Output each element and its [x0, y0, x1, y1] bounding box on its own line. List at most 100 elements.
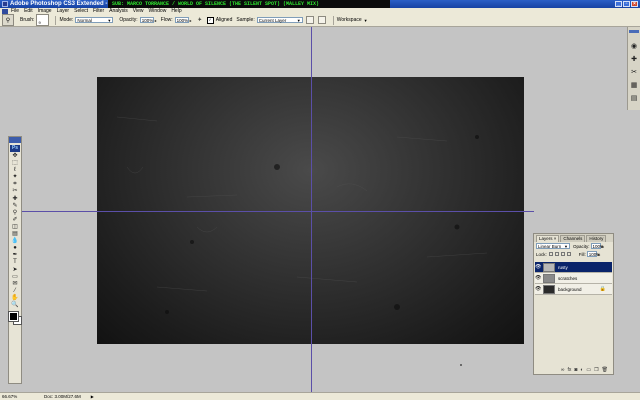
opacity-label: Opacity:: [119, 17, 138, 23]
slice-tool-icon[interactable]: ✂: [11, 188, 19, 194]
trash-icon[interactable]: 🗑: [602, 367, 608, 373]
lasso-tool-icon[interactable]: ℓ: [11, 167, 19, 173]
mode-label: Mode:: [59, 17, 74, 23]
blur-tool-icon[interactable]: 💧: [11, 238, 19, 244]
flow-slider-arrow[interactable]: ▸: [190, 18, 192, 23]
aligned-checkbox[interactable]: ✓: [206, 16, 214, 24]
path-selection-tool-icon[interactable]: ➤: [11, 267, 19, 273]
gradient-tool-icon[interactable]: ▤: [11, 231, 19, 237]
layers-panel: Layers × Channels History Linear Burn ▼ …: [533, 233, 614, 375]
blend-row: Linear Burn ▼ Opacity: 100% ▸: [534, 242, 613, 250]
restore-button[interactable]: ▫: [623, 1, 630, 7]
tool-preset-picker[interactable]: ⚲: [2, 14, 14, 26]
airbrush-icon[interactable]: ✈: [196, 16, 204, 24]
info-icon[interactable]: ✚: [630, 54, 639, 63]
eraser-tool-icon[interactable]: ◫: [11, 224, 19, 230]
fill-slider-arrow[interactable]: ▸: [598, 252, 600, 257]
flow-label: Flow:: [160, 17, 173, 23]
ignore-adjustment-layers-icon[interactable]: [305, 16, 314, 24]
layer-thumbnail: [543, 262, 555, 272]
flow-field[interactable]: 100%: [174, 17, 189, 23]
lock-all-icon[interactable]: [566, 252, 571, 256]
zoom-level[interactable]: 66.67%: [2, 393, 22, 400]
layer-name: rusty: [558, 264, 568, 270]
crop-tool-icon[interactable]: ⌗: [11, 181, 19, 187]
mask-icon[interactable]: ◙: [574, 367, 577, 373]
brushes-icon[interactable]: ▦: [630, 80, 639, 89]
lock-image-icon[interactable]: [554, 252, 559, 256]
actions-icon[interactable]: ▤: [630, 93, 639, 102]
lock-position-icon[interactable]: [560, 252, 565, 256]
pen-tool-icon[interactable]: ✒: [11, 252, 19, 258]
visibility-eye-icon[interactable]: 👁: [535, 286, 541, 292]
color-swatches: [8, 310, 22, 325]
now-playing-ticker: SUB: MARCO TORRANCE / WORLD OF SILENCE (…: [108, 0, 390, 8]
title-bar: Adobe Photoshop CS3 Extended - [u... SUB…: [0, 0, 640, 8]
mode-select[interactable]: Normal ▼: [75, 17, 114, 23]
opacity-slider-arrow[interactable]: ▸: [155, 18, 157, 23]
fx-icon[interactable]: fx: [567, 367, 571, 373]
zoom-tool-icon[interactable]: 🔍: [11, 302, 19, 308]
mode-value: Normal: [77, 17, 92, 23]
ps-badge[interactable]: Ps: [10, 145, 20, 152]
minimize-button[interactable]: _: [615, 1, 622, 7]
brush-tool-icon[interactable]: ✎: [11, 203, 19, 209]
sample-value: Current Layer: [258, 17, 287, 23]
layer-row-background[interactable]: 👁 background 🔒: [535, 284, 612, 295]
toolbox-header[interactable]: [9, 137, 21, 143]
dodge-tool-icon[interactable]: ●: [11, 245, 19, 251]
status-menu-arrow[interactable]: ▶: [91, 393, 94, 400]
opacity-slider-arrow[interactable]: ▸: [602, 244, 604, 249]
clone-source-icon[interactable]: [317, 16, 326, 24]
opacity-field[interactable]: 100%: [139, 17, 154, 23]
lock-row: Lock: Fill: 100% ▸: [534, 250, 613, 258]
shape-tool-icon[interactable]: ▭: [11, 274, 19, 280]
new-layer-icon[interactable]: ❐: [594, 367, 598, 373]
workspace-button[interactable]: Workspace ▼: [337, 17, 368, 23]
dock-header[interactable]: [629, 30, 639, 33]
tab-layers[interactable]: Layers ×: [536, 235, 560, 242]
adjustment-icon[interactable]: ◐: [580, 367, 583, 373]
navigator-icon[interactable]: ◉: [630, 41, 639, 50]
link-icon[interactable]: ∞: [561, 367, 565, 373]
chevron-down-icon: ▼: [107, 17, 112, 23]
type-tool-icon[interactable]: T: [11, 259, 19, 265]
sample-label: Sample:: [236, 17, 255, 23]
tools-presets-icon[interactable]: ✂: [630, 67, 639, 76]
hand-tool-icon[interactable]: ✋: [11, 295, 19, 301]
sample-select[interactable]: Current Layer ▼: [256, 17, 303, 23]
blend-mode-select[interactable]: Linear Burn ▼: [536, 243, 570, 249]
brush-picker[interactable]: 9: [36, 14, 50, 26]
window-title: Adobe Photoshop CS3 Extended - [u...: [10, 1, 120, 7]
eyedropper-tool-icon[interactable]: ⁄: [11, 288, 19, 294]
visibility-eye-icon[interactable]: 👁: [535, 264, 541, 270]
horizontal-guide[interactable]: [22, 211, 534, 212]
layers-panel-footer: ∞ fx ◙ ◐ ▭ ❐ 🗑: [535, 366, 612, 373]
visibility-eye-icon[interactable]: 👁: [535, 275, 541, 281]
layer-name: background: [558, 286, 582, 292]
layer-row-scratches[interactable]: 👁 scratches: [535, 273, 612, 284]
move-tool-icon[interactable]: ✥: [11, 153, 19, 159]
layer-name: scratches: [558, 275, 578, 281]
separator: [55, 15, 57, 25]
layer-opacity-field[interactable]: 100%: [590, 243, 604, 249]
workspace-label: Workspace: [336, 17, 362, 23]
history-brush-tool-icon[interactable]: ✐: [11, 217, 19, 223]
lock-transparent-icon[interactable]: [548, 252, 553, 256]
status-bar: 66.67% Doc: 3.00M/27.6M ▶: [0, 392, 640, 400]
marquee-tool-icon[interactable]: ⬚: [11, 160, 19, 166]
healing-brush-tool-icon[interactable]: ✚: [11, 196, 19, 202]
notes-tool-icon[interactable]: ✉: [11, 281, 19, 287]
doc-size-info: Doc: 3.00M/27.6M: [44, 394, 81, 399]
tab-history[interactable]: History: [586, 235, 607, 242]
panel-tabs: Layers × Channels History: [534, 234, 613, 242]
folder-icon[interactable]: ▭: [586, 367, 591, 373]
ps-menu-icon[interactable]: [2, 8, 8, 14]
close-button[interactable]: ×: [631, 1, 638, 7]
magic-wand-tool-icon[interactable]: ✦: [11, 174, 19, 180]
clone-stamp-tool-icon[interactable]: ⚲: [11, 210, 19, 216]
layer-row-rusty[interactable]: 👁 rusty: [535, 262, 612, 273]
tab-channels[interactable]: Channels: [560, 235, 586, 242]
fill-field[interactable]: 100%: [586, 251, 600, 257]
foreground-color-swatch[interactable]: [8, 310, 19, 322]
